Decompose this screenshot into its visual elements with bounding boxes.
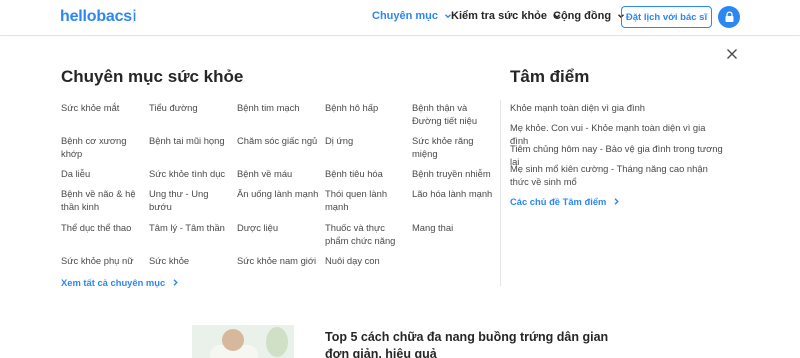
- nav-kiem-tra-suc-khoe[interactable]: Kiểm tra sức khỏe: [451, 10, 562, 22]
- category-link[interactable]: Nuôi dạy con: [325, 255, 407, 268]
- category-link[interactable]: Bệnh thận và Đường tiết niệu: [412, 102, 494, 127]
- category-link[interactable]: Mang thai: [412, 222, 494, 235]
- logo-text: hellobacsi: [60, 8, 137, 25]
- article-preview: Top 5 cách chữa đa nang buồng trứng dân …: [0, 325, 800, 358]
- see-all-categories-link[interactable]: Xem tất cả chuyên mục: [61, 277, 180, 288]
- book-doctor-button[interactable]: Đặt lịch với bác sĩ: [621, 6, 712, 28]
- nav-cong-dong[interactable]: Cộng đồng: [553, 10, 626, 22]
- category-link[interactable]: Bệnh tai mũi họng: [149, 135, 231, 148]
- category-link[interactable]: Bệnh cơ xương khớp: [61, 135, 143, 160]
- category-link[interactable]: Bệnh về não & hệ thần kinh: [61, 188, 143, 213]
- all-highlights-label: Các chủ đề Tâm điểm: [510, 196, 607, 207]
- nav-label: Cộng đồng: [553, 10, 612, 22]
- login-button[interactable]: [718, 6, 740, 28]
- category-link[interactable]: Sức khỏe tình dục: [149, 168, 231, 181]
- category-link[interactable]: Dược liệu: [237, 222, 319, 235]
- logo-divider: [133, 9, 134, 23]
- category-link[interactable]: Bệnh về máu: [237, 168, 319, 181]
- category-link[interactable]: Ung thư - Ung bướu: [149, 188, 231, 213]
- category-link[interactable]: Bệnh hô hấp: [325, 102, 407, 115]
- category-link[interactable]: Dị ứng: [325, 135, 407, 148]
- thumbnail-person-head: [222, 329, 244, 351]
- mega-menu-panel: Chuyên mục sức khỏe Sức khỏe mắt Tiểu đườ…: [0, 37, 800, 325]
- category-link[interactable]: Bệnh tim mạch: [237, 102, 319, 115]
- nav-label: Kiểm tra sức khỏe: [451, 10, 548, 22]
- section-title: Chuyên mục sức khỏe: [61, 67, 244, 86]
- category-link[interactable]: Thuốc và thực phẩm chức năng: [325, 222, 407, 247]
- category-link[interactable]: Sức khỏe nam giới: [237, 255, 319, 268]
- chevron-right-icon: [614, 198, 620, 205]
- category-link[interactable]: Sức khỏe răng miệng: [412, 135, 494, 160]
- site-header: hellobacsi Chuyên mục Kiểm tra sức khỏe …: [0, 0, 800, 36]
- article-thumbnail[interactable]: [192, 325, 294, 358]
- category-link[interactable]: Sức khỏe phụ nữ: [61, 255, 143, 268]
- all-highlights-link[interactable]: Các chủ đề Tâm điểm: [510, 196, 621, 207]
- category-link[interactable]: Bệnh truyền nhiễm: [412, 168, 494, 181]
- category-link[interactable]: Tâm lý - Tâm thần: [149, 222, 231, 235]
- chevron-right-icon: [173, 279, 179, 286]
- category-link[interactable]: Tiểu đường: [149, 102, 231, 115]
- close-icon[interactable]: [726, 48, 738, 60]
- category-link[interactable]: Thói quen lành mạnh: [325, 188, 407, 213]
- category-link[interactable]: Lão hóa lành mạnh: [412, 188, 494, 201]
- nav-chuyen-muc[interactable]: Chuyên mục: [372, 10, 453, 22]
- see-all-label: Xem tất cả chuyên mục: [61, 277, 166, 288]
- hellobacsi-logo[interactable]: hellobacsi: [60, 6, 136, 28]
- category-link[interactable]: Thể dục thể thao: [61, 222, 143, 235]
- thumbnail-plant: [266, 327, 288, 357]
- lock-icon: [725, 11, 733, 22]
- article-title[interactable]: Top 5 cách chữa đa nang buồng trứng dân …: [325, 329, 615, 358]
- category-link[interactable]: Bệnh tiêu hóa: [325, 168, 407, 181]
- category-link[interactable]: Ăn uống lành mạnh: [237, 188, 319, 201]
- category-link[interactable]: Sức khỏe: [149, 255, 231, 268]
- column-divider: [500, 100, 501, 286]
- highlight-title: Tâm điểm: [510, 67, 590, 86]
- category-link[interactable]: Da liễu: [61, 168, 143, 181]
- nav-label: Chuyên mục: [372, 10, 439, 22]
- highlight-item[interactable]: Mẹ sinh mổ kiên cường - Tháng năng cao n…: [510, 163, 720, 188]
- category-link[interactable]: Chăm sóc giấc ngủ: [237, 135, 319, 148]
- highlight-item[interactable]: Khỏe mạnh toàn diện vì gia đình: [510, 102, 725, 115]
- category-link[interactable]: Sức khỏe mắt: [61, 102, 143, 115]
